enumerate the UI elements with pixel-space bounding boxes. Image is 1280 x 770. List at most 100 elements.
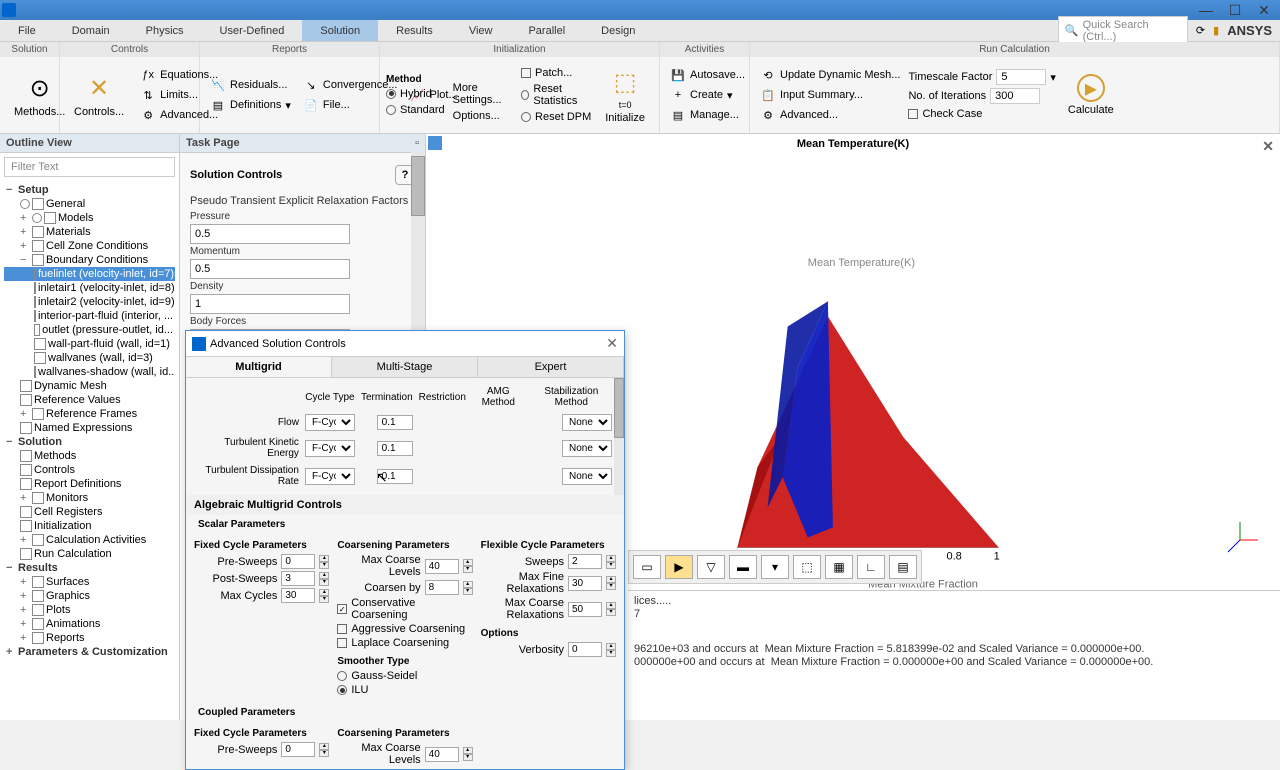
spin-down[interactable]: ▾ xyxy=(319,750,329,757)
gauss-radio[interactable]: Gauss-Seidel xyxy=(337,669,472,683)
spin-up[interactable]: ▴ xyxy=(463,581,473,588)
cons-coarse-check[interactable]: ✓Conservative Coarsening xyxy=(337,596,472,622)
spin-up[interactable]: ▴ xyxy=(463,747,473,754)
autosave-button[interactable]: 💾Autosave... xyxy=(666,66,749,84)
spin-down[interactable]: ▾ xyxy=(463,754,473,761)
tree-setup[interactable]: −Setup xyxy=(4,183,175,197)
menu-file[interactable]: File xyxy=(0,20,54,41)
flow-cycle-select[interactable]: F-Cycle xyxy=(305,414,355,431)
refresh-icon[interactable]: ⟳ xyxy=(1196,24,1205,37)
tool-filter-icon[interactable]: ▽ xyxy=(697,555,725,579)
quick-search-input[interactable]: 🔍 Quick Search (Ctrl...) xyxy=(1058,16,1188,46)
menu-view[interactable]: View xyxy=(451,20,511,41)
check-case-button[interactable]: Check Case xyxy=(908,107,1055,121)
menu-domain[interactable]: Domain xyxy=(54,20,128,41)
post-sweeps-input[interactable] xyxy=(281,571,315,586)
tree-sol-methods[interactable]: Methods xyxy=(4,449,175,463)
timescale-input[interactable] xyxy=(996,69,1046,85)
reset-stats-button[interactable]: Reset Statistics xyxy=(521,82,593,108)
spin-up[interactable]: ▴ xyxy=(319,743,329,750)
tree-cellzone[interactable]: +Cell Zone Conditions xyxy=(4,239,175,253)
menu-results[interactable]: Results xyxy=(378,20,451,41)
spin-down[interactable]: ▾ xyxy=(606,583,616,590)
tree-res-anim[interactable]: +Animations xyxy=(4,617,175,631)
spin-up[interactable]: ▴ xyxy=(606,602,616,609)
spin-up[interactable]: ▴ xyxy=(319,572,329,579)
controls-button[interactable]: ✕ Controls... xyxy=(66,68,132,122)
panel-icon[interactable]: ▮ xyxy=(1213,24,1219,37)
outline-tree[interactable]: −Setup General +Models +Materials +Cell … xyxy=(0,181,179,720)
menu-design[interactable]: Design xyxy=(583,20,653,41)
input-summary-button[interactable]: 📋Input Summary... xyxy=(756,86,904,104)
tdr-term-input[interactable] xyxy=(377,469,413,484)
tree-sol-calcact[interactable]: +Calculation Activities xyxy=(4,533,175,547)
verbosity-input[interactable] xyxy=(568,642,602,657)
viewer-close-icon[interactable]: ✕ xyxy=(1262,138,1274,155)
coupled-pre-input[interactable] xyxy=(281,742,315,757)
spin-down[interactable]: ▾ xyxy=(463,566,473,573)
tke-stab-select[interactable]: None xyxy=(562,440,612,457)
momentum-input[interactable] xyxy=(190,259,350,279)
tool-grid-icon[interactable]: ▦ xyxy=(825,555,853,579)
tke-term-input[interactable] xyxy=(377,441,413,456)
tdr-stab-select[interactable]: None xyxy=(562,468,612,485)
runcalc-advanced-button[interactable]: ⚙Advanced... xyxy=(756,106,904,124)
menu-user-defined[interactable]: User-Defined xyxy=(202,20,303,41)
spin-up[interactable]: ▴ xyxy=(606,643,616,650)
tree-sol-controls[interactable]: Controls xyxy=(4,463,175,477)
scrollbar-thumb[interactable] xyxy=(411,156,425,216)
spin-down[interactable]: ▾ xyxy=(606,562,616,569)
tree-bc-item[interactable]: inletair2 (velocity-inlet, id=9) xyxy=(4,295,175,309)
menu-solution[interactable]: Solution xyxy=(302,20,378,41)
tree-params[interactable]: +Parameters & Customization xyxy=(4,645,175,659)
tree-res-graphics[interactable]: +Graphics xyxy=(4,589,175,603)
calculate-button[interactable]: ▸ Calculate xyxy=(1060,70,1122,120)
tree-namedexpr[interactable]: Named Expressions xyxy=(4,421,175,435)
tree-bc-item[interactable]: inletair1 (velocity-inlet, id=8) xyxy=(4,281,175,295)
tree-results[interactable]: −Results xyxy=(4,561,175,575)
tool-axis-icon[interactable]: ∟ xyxy=(857,555,885,579)
tree-sol-monitors[interactable]: +Monitors xyxy=(4,491,175,505)
menu-parallel[interactable]: Parallel xyxy=(510,20,583,41)
tool-cube-icon[interactable]: ⬚ xyxy=(793,555,821,579)
minimize-button[interactable]: — xyxy=(1192,1,1220,19)
density-input[interactable] xyxy=(190,294,350,314)
tree-models[interactable]: +Models xyxy=(4,211,175,225)
grid-scrollbar[interactable] xyxy=(614,378,624,495)
tool-play-icon[interactable]: ▶ xyxy=(665,555,693,579)
tree-bc-item[interactable]: interior-part-fluid (interior, ... xyxy=(4,309,175,323)
update-mesh-button[interactable]: ⟲Update Dynamic Mesh... xyxy=(756,66,904,84)
spin-down[interactable]: ▾ xyxy=(606,609,616,616)
dialog-titlebar[interactable]: Advanced Solution Controls ✕ xyxy=(186,331,624,357)
tree-sol-reports[interactable]: Report Definitions xyxy=(4,477,175,491)
spin-down[interactable]: ▾ xyxy=(319,579,329,586)
standard-radio[interactable]: Standard xyxy=(386,103,445,117)
coupled-max-input[interactable] xyxy=(425,747,459,762)
tree-bc-item[interactable]: wallvanes-shadow (wall, id...) xyxy=(4,365,175,379)
spin-up[interactable]: ▴ xyxy=(319,555,329,562)
console-output[interactable]: lices..... 7 96210e+03 and occurs at Mea… xyxy=(628,590,1280,720)
spin-up[interactable]: ▴ xyxy=(319,589,329,596)
tree-bc-item[interactable]: outlet (pressure-outlet, id... xyxy=(4,323,175,337)
tree-res-reports[interactable]: +Reports xyxy=(4,631,175,645)
patch-button[interactable]: Patch... xyxy=(521,66,593,80)
pressure-input[interactable] xyxy=(190,224,350,244)
tree-res-plots[interactable]: +Plots xyxy=(4,603,175,617)
hybrid-radio[interactable]: Hybrid xyxy=(386,87,445,101)
tree-bc-item[interactable]: wallvanes (wall, id=3) xyxy=(4,351,175,365)
tree-boundary[interactable]: −Boundary Conditions xyxy=(4,253,175,267)
tab-expert[interactable]: Expert xyxy=(478,357,624,377)
spin-down[interactable]: ▾ xyxy=(463,588,473,595)
tool-more-icon[interactable]: ▤ xyxy=(889,555,917,579)
tree-bc-item[interactable]: wall-part-fluid (wall, id=1) xyxy=(4,337,175,351)
more-settings-button[interactable]: More Settings... xyxy=(449,81,517,107)
tab-multigrid[interactable]: Multigrid xyxy=(186,357,332,377)
tab-multistage[interactable]: Multi-Stage xyxy=(332,357,478,377)
flow-term-input[interactable] xyxy=(377,415,413,430)
coarsen-by-input[interactable] xyxy=(425,580,459,595)
residuals-button[interactable]: 📉Residuals... xyxy=(206,76,295,94)
tool-box-icon[interactable]: ▭ xyxy=(633,555,661,579)
create-button[interactable]: +Create▾ xyxy=(666,86,749,104)
sweeps-input[interactable] xyxy=(568,554,602,569)
tree-materials[interactable]: +Materials xyxy=(4,225,175,239)
